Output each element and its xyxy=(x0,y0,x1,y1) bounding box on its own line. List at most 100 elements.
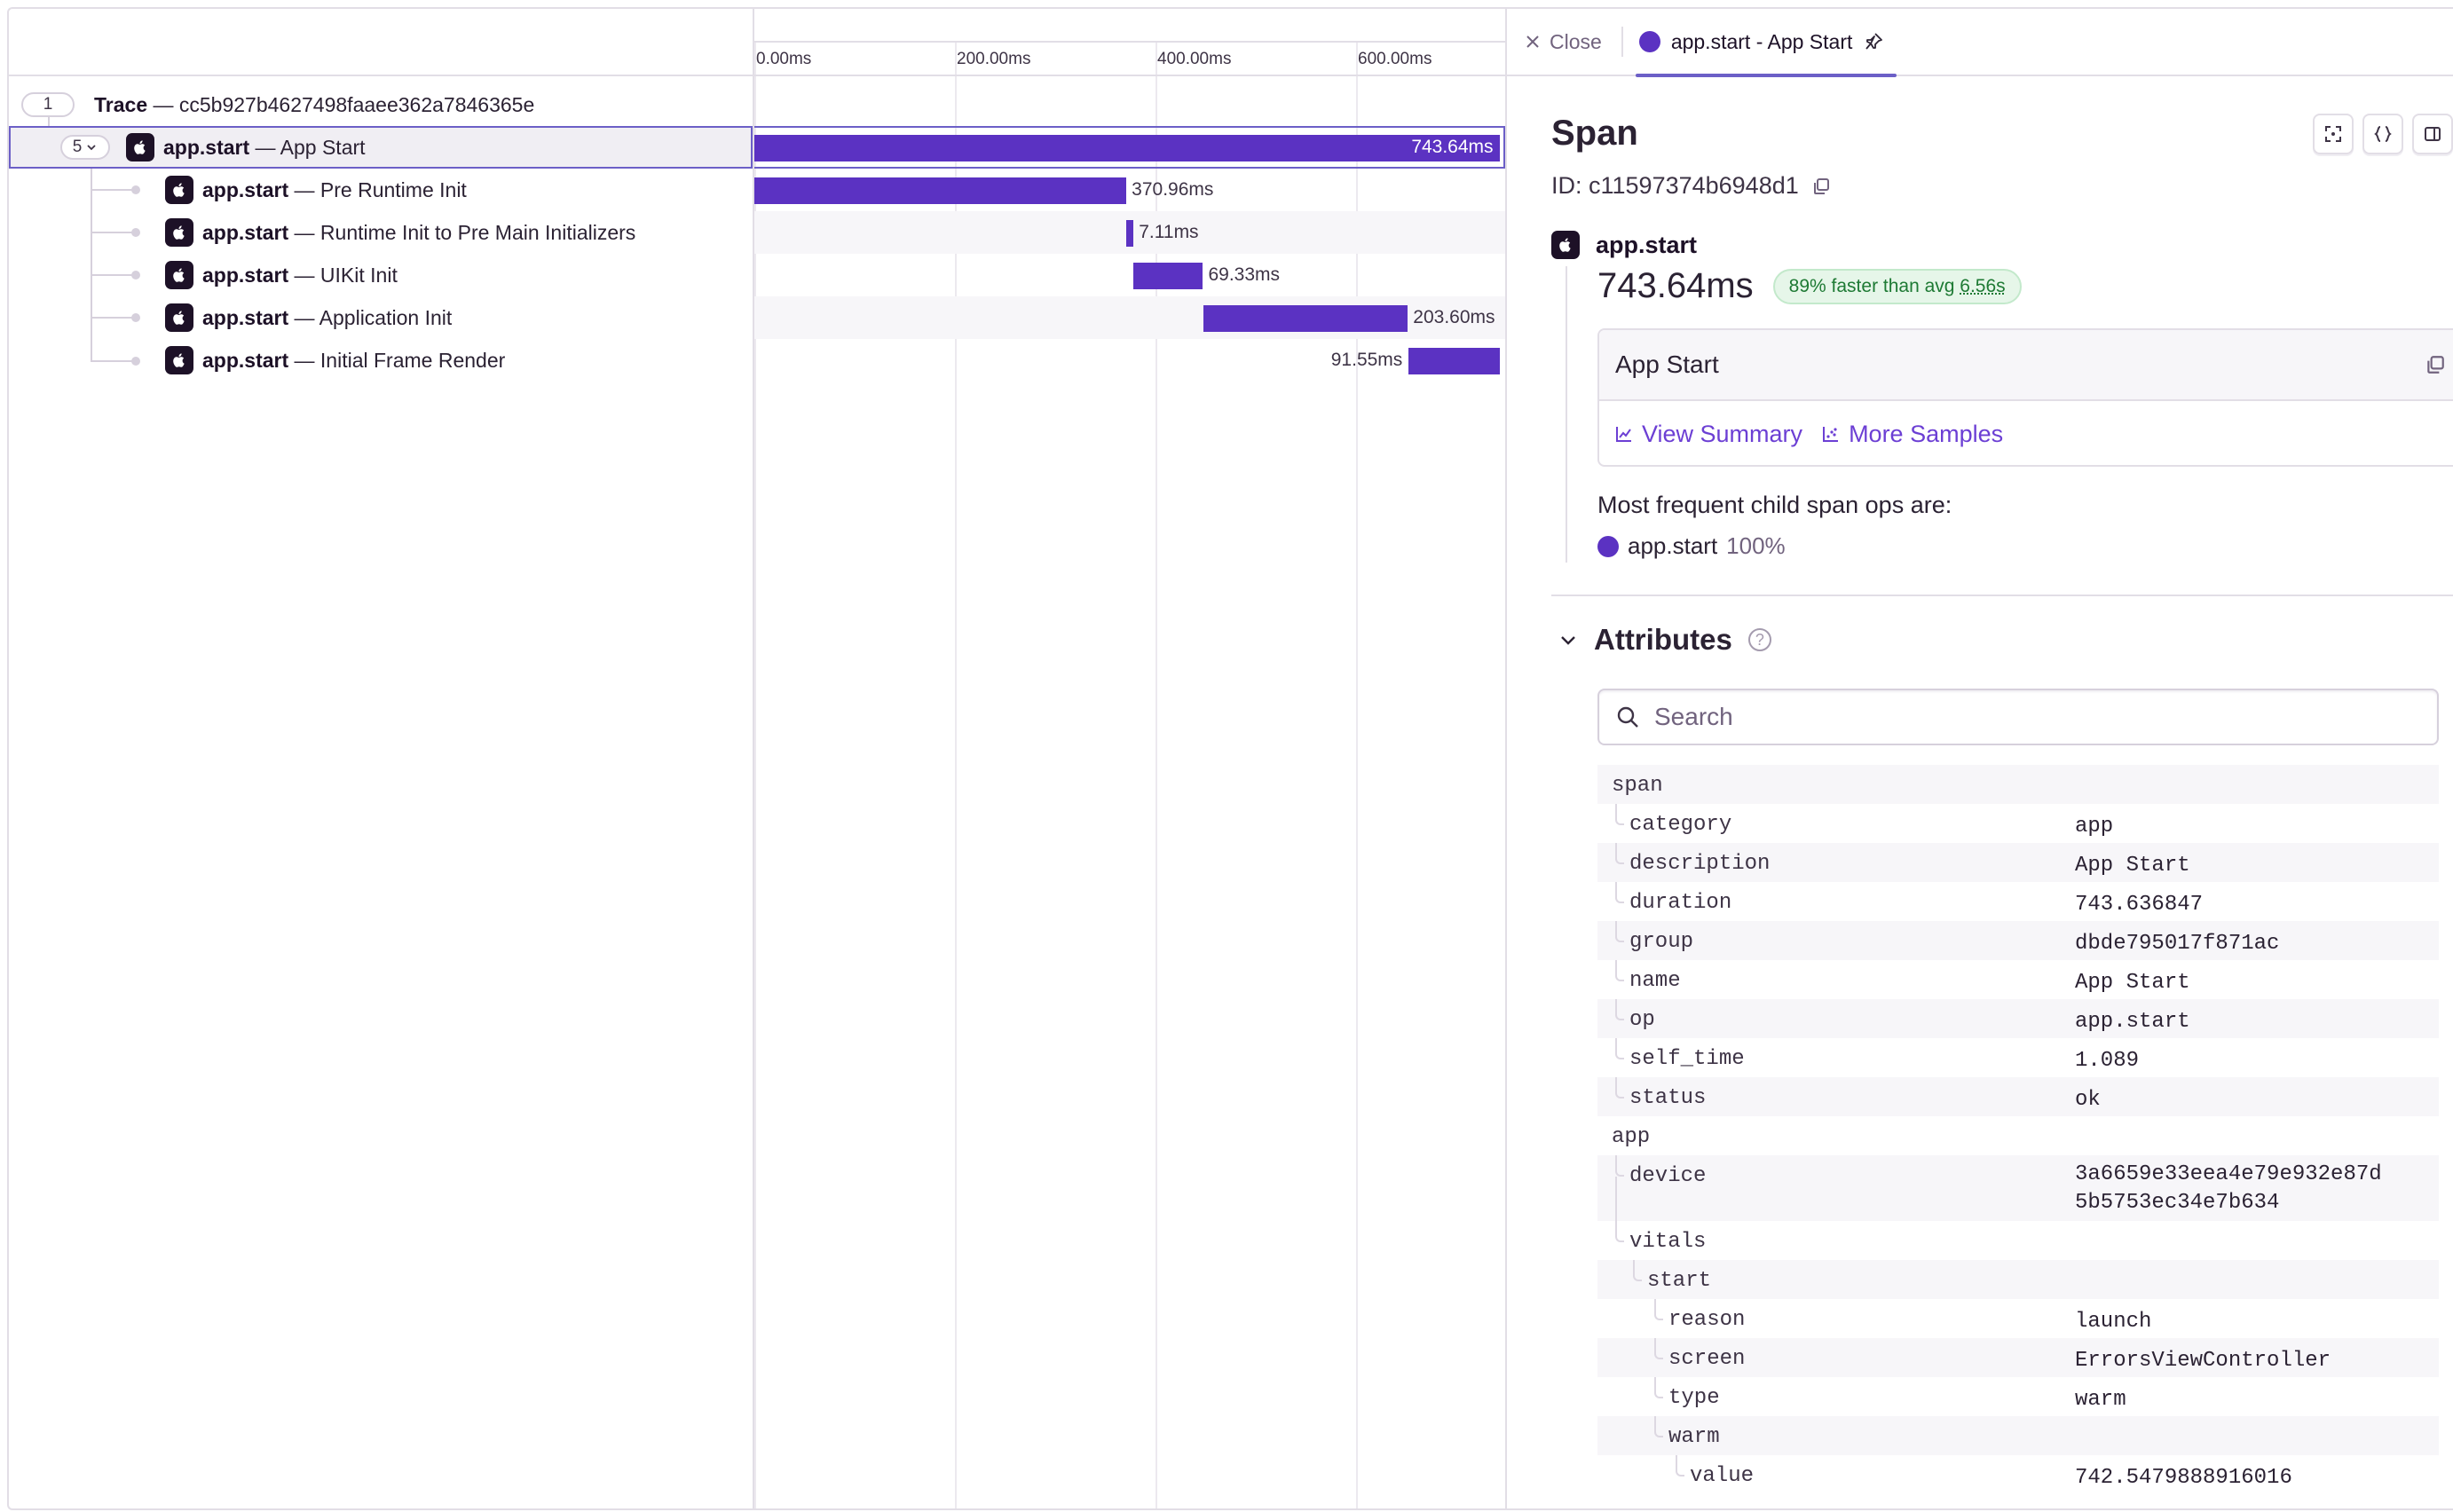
attr-row: vitals xyxy=(1597,1221,2439,1260)
apple-icon xyxy=(126,133,154,161)
panel-toggle-button[interactable] xyxy=(2412,114,2453,154)
attr-value: 3a6659e33eea4e79e932e87d 5b5753ec34e7b63… xyxy=(2075,1162,2382,1215)
panel-actions xyxy=(2313,114,2453,154)
attr-key: device xyxy=(1629,1164,1707,1188)
attr-row: description App Start xyxy=(1597,843,2439,882)
child-span-row[interactable]: app.start — Pre Runtime Init xyxy=(9,169,753,211)
trace-title: Trace — cc5b927b4627498faaee362a7846365e xyxy=(94,92,535,116)
frequent-ops-label: Most frequent child span ops are: xyxy=(1597,492,1952,518)
tick-label: 0.00ms xyxy=(756,50,812,68)
attr-key: app xyxy=(1612,1125,1651,1149)
focus-button[interactable] xyxy=(2313,114,2354,154)
tree-connector xyxy=(1654,1377,1663,1398)
close-button[interactable]: Close xyxy=(1525,30,1602,54)
search-icon xyxy=(1617,706,1638,728)
root-span-row[interactable]: 5 app.start — App Start xyxy=(9,126,753,169)
child-duration-label: 203.60ms xyxy=(1413,307,1495,327)
span-tree: 1 Trace — cc5b927b4627498faaee362a784636… xyxy=(9,9,754,1508)
tab-divider xyxy=(1621,27,1623,57)
tree-connector xyxy=(1615,1038,1624,1059)
trace-count-badge: 1 xyxy=(21,92,75,117)
chevron-down-icon xyxy=(1561,636,1575,645)
tree-connector xyxy=(1676,1455,1684,1477)
attr-value: 1.089 xyxy=(2075,1049,2140,1073)
attr-row: warm xyxy=(1597,1416,2439,1455)
help-icon[interactable]: ? xyxy=(1747,628,1771,651)
tree-connector xyxy=(1615,843,1624,864)
span-color-dot xyxy=(1638,31,1660,52)
tree-connector xyxy=(1615,1177,1617,1221)
attr-value: App Start xyxy=(2075,854,2190,878)
child-span-bar[interactable] xyxy=(1203,305,1408,332)
apple-icon xyxy=(165,176,193,204)
attr-group-row: span xyxy=(1597,765,2439,804)
copy-icon[interactable] xyxy=(2425,354,2446,375)
child-span-row[interactable]: app.start — Application Init xyxy=(9,296,753,339)
more-samples-link[interactable]: More Samples xyxy=(1820,421,2003,448)
attr-row: op app.start xyxy=(1597,999,2439,1038)
json-button[interactable] xyxy=(2362,114,2403,154)
child-span-bar[interactable] xyxy=(754,177,1127,204)
attr-key: op xyxy=(1629,1008,1655,1032)
attr-value: launch xyxy=(2075,1310,2152,1334)
child-span-label: app.start — Pre Runtime Init xyxy=(202,177,467,201)
child-span-bar[interactable] xyxy=(1126,220,1134,247)
apple-icon xyxy=(165,218,193,247)
copy-icon[interactable] xyxy=(1811,177,1831,196)
attr-row: device 3a6659e33eea4e79e932e87d 5b5753ec3… xyxy=(1597,1155,2439,1221)
op-name: app.start xyxy=(1596,231,1698,258)
attr-row: name App Start xyxy=(1597,960,2439,999)
attributes-header[interactable]: Attributes ? xyxy=(1558,623,1771,657)
attr-value: 743.636847 xyxy=(2075,893,2204,917)
frequent-op-item: app.start 100% xyxy=(1597,532,1786,560)
attribute-search[interactable] xyxy=(1597,689,2439,745)
timeline-ruler xyxy=(754,41,1505,43)
attr-row: category app xyxy=(1597,804,2439,843)
op-header: app.start xyxy=(1551,231,1697,259)
tree-connector xyxy=(1615,882,1624,903)
op-color-dot xyxy=(1597,535,1619,557)
trace-view: 1 Trace — cc5b927b4627498faaee362a784636… xyxy=(7,7,2453,1510)
attr-key: status xyxy=(1629,1086,1707,1110)
attr-key: group xyxy=(1629,930,1694,954)
attr-key: screen xyxy=(1668,1347,1746,1371)
tree-connector xyxy=(1615,1077,1624,1099)
attr-row: duration 743.636847 xyxy=(1597,882,2439,921)
attr-row: type warm xyxy=(1597,1377,2439,1416)
scatter-icon xyxy=(1823,427,1839,442)
tree-connector xyxy=(1615,804,1624,825)
apple-icon xyxy=(165,303,193,332)
attr-key: name xyxy=(1629,969,1681,993)
waterfall-row[interactable] xyxy=(754,254,1505,296)
view-summary-link[interactable]: View Summary xyxy=(1613,421,1802,448)
child-span-bar[interactable] xyxy=(1133,263,1203,289)
root-span-bar[interactable] xyxy=(754,135,1501,161)
tab-span[interactable]: app.start - App Start xyxy=(1635,9,1897,77)
section-divider xyxy=(1551,595,2453,596)
attr-value: dbde795017f871ac xyxy=(2075,932,2280,956)
tree-connector xyxy=(1633,1260,1642,1281)
pin-icon[interactable] xyxy=(1863,31,1884,52)
waterfall: 0.00ms 200.00ms 400.00ms 600.00ms 743.64… xyxy=(754,9,1507,1508)
child-duration-label: 370.96ms xyxy=(1132,179,1214,200)
child-span-row[interactable]: app.start — Initial Frame Render xyxy=(9,339,753,382)
focus-icon xyxy=(2325,126,2341,142)
attr-key: warm xyxy=(1668,1425,1720,1449)
child-span-row[interactable]: app.start — UIKit Init xyxy=(9,254,753,296)
root-duration-label: 743.64ms xyxy=(1411,137,1494,157)
sidebar-icon xyxy=(2425,127,2441,141)
search-input[interactable] xyxy=(1652,702,2185,732)
child-span-label: app.start — Application Init xyxy=(202,305,453,329)
attr-key: reason xyxy=(1668,1308,1746,1332)
comparison-badge[interactable]: 89% faster than avg 6.56s xyxy=(1772,268,2022,304)
detail-tabbar: Close app.start - App Start xyxy=(1507,9,2453,77)
attr-key: duration xyxy=(1629,891,1732,915)
trace-row[interactable]: 1 Trace — cc5b927b4627498faaee362a784636… xyxy=(9,83,753,126)
child-span-bar[interactable] xyxy=(1408,348,1501,374)
child-span-row[interactable]: app.start — Runtime Init to Pre Main Ini… xyxy=(9,211,753,254)
attr-row: reason launch xyxy=(1597,1299,2439,1338)
attr-key: category xyxy=(1629,813,1732,837)
attr-value: app xyxy=(2075,815,2114,839)
apple-icon xyxy=(1551,231,1580,259)
expand-toggle[interactable]: 5 xyxy=(60,135,110,160)
